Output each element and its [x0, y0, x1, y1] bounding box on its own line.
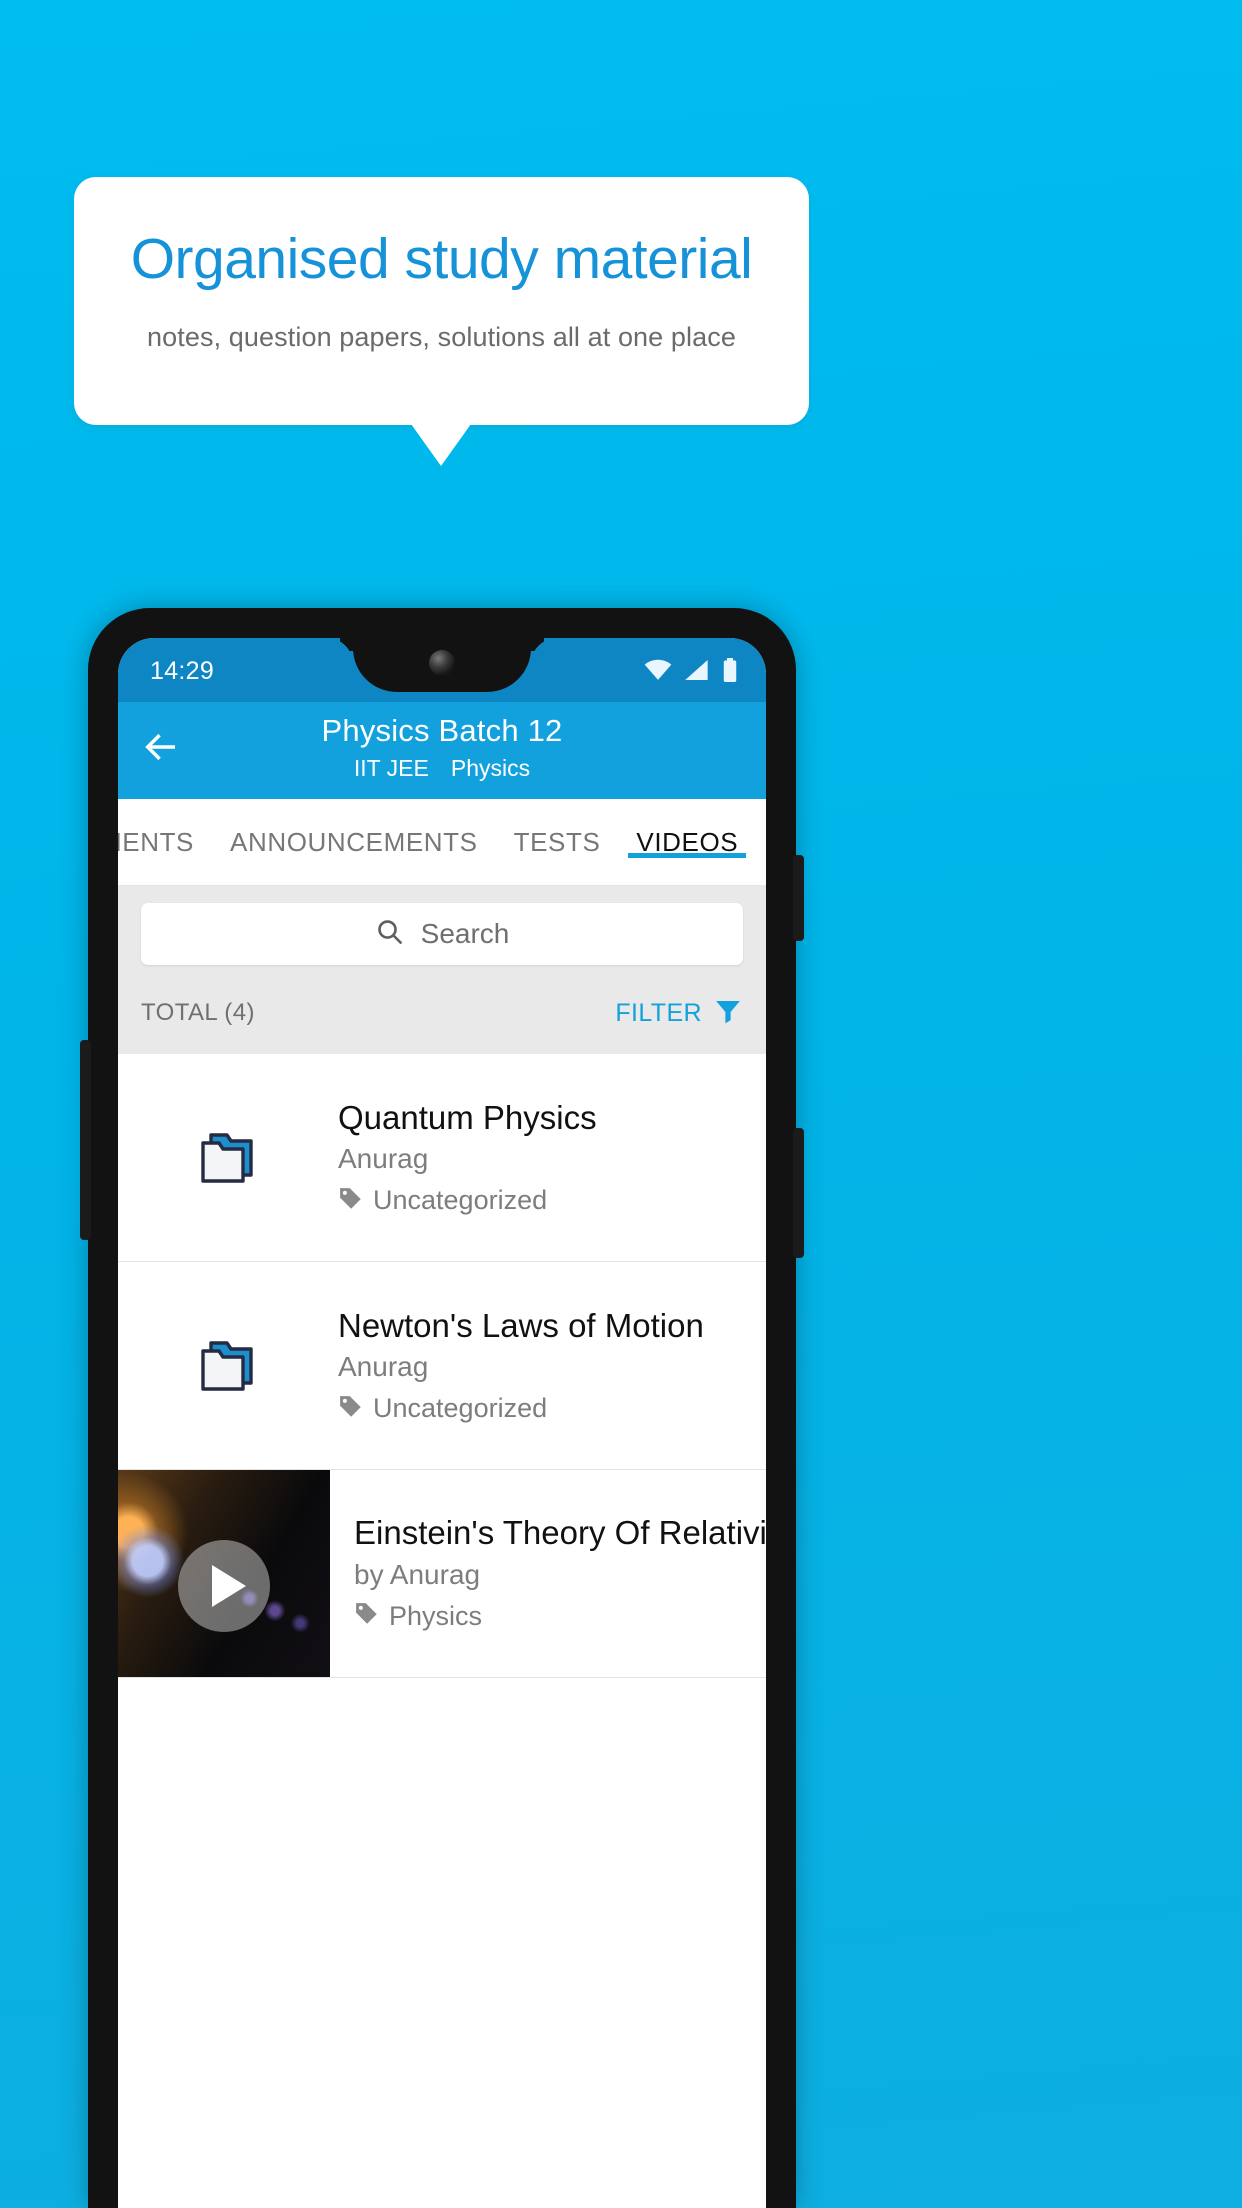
- filter-icon: [713, 996, 743, 1031]
- wifi-icon: [644, 659, 672, 686]
- list-item-author: by Anurag: [354, 1558, 481, 1590]
- search-icon: [375, 917, 405, 952]
- list-item-title: Quantum Physics: [338, 1098, 597, 1136]
- list-item-tag: Physics: [354, 1601, 766, 1632]
- phone-mockup: 14:29 Physics Batch 12 IIT JEE Physics E…: [80, 608, 804, 2208]
- side-button-left[interactable]: [80, 1040, 91, 1240]
- battery-icon: [722, 658, 738, 687]
- list-item-title: Einstein's Theory Of Relativity: [354, 1514, 766, 1551]
- tab-announcements[interactable]: ANNOUNCEMENTS: [212, 827, 496, 858]
- tab-label: TESTS: [513, 826, 601, 857]
- tab-tests[interactable]: TESTS: [496, 827, 619, 858]
- search-section: Search: [118, 886, 766, 982]
- promo-speech-bubble: Organised study material notes, question…: [74, 177, 809, 425]
- page-subtitle: IIT JEE Physics: [118, 755, 766, 782]
- tag-label: Uncategorized: [373, 1393, 548, 1424]
- list-item-text: Quantum Physics Anurag Uncategorized: [338, 1099, 766, 1217]
- filter-button[interactable]: FILTER: [615, 996, 743, 1031]
- volume-button[interactable]: [793, 1128, 804, 1258]
- phone-body: 14:29 Physics Batch 12 IIT JEE Physics E…: [80, 608, 804, 2208]
- breadcrumb-exam: IIT JEE: [353, 755, 429, 781]
- list-item[interactable]: Newton's Laws of Motion Anurag Uncategor…: [118, 1262, 766, 1470]
- tag-icon: [338, 1394, 363, 1424]
- speech-bubble-tail-icon: [411, 424, 471, 466]
- list-item[interactable]: Quantum Physics Anurag Uncategorized: [118, 1054, 766, 1262]
- search-placeholder: Search: [420, 918, 510, 949]
- tab-videos[interactable]: VIDEOS: [618, 827, 756, 858]
- phone-notch: [353, 638, 531, 692]
- phone-screen: 14:29 Physics Batch 12 IIT JEE Physics E…: [118, 638, 766, 2208]
- search-input[interactable]: Search: [141, 903, 743, 965]
- play-icon[interactable]: [178, 1539, 270, 1632]
- list-item-tag: Uncategorized: [338, 1393, 750, 1424]
- tab-label: ANNOUNCEMENTS: [230, 826, 478, 857]
- page-title: Physics Batch 12: [321, 713, 563, 748]
- tag-label: Uncategorized: [373, 1185, 548, 1216]
- power-button[interactable]: [793, 855, 804, 941]
- promo-subtitle: notes, question papers, solutions all at…: [147, 322, 736, 352]
- list-item-title: Newton's Laws of Motion: [338, 1306, 704, 1344]
- breadcrumb-subject: Physics: [450, 755, 531, 781]
- list-item-author: Anurag: [338, 1351, 429, 1383]
- tag-icon: [354, 1601, 379, 1631]
- tab-label: VIDEOS: [636, 826, 739, 857]
- tab-label: MENTS: [118, 826, 194, 857]
- folder-icon: [118, 1129, 338, 1187]
- status-icons: [644, 658, 738, 687]
- status-time: 14:29: [150, 657, 215, 685]
- folder-icon: [118, 1337, 338, 1395]
- tab-ments[interactable]: MENTS: [118, 827, 212, 858]
- status-bar: 14:29: [118, 638, 766, 702]
- app-bar: Physics Batch 12 IIT JEE Physics: [118, 702, 766, 799]
- list-header: TOTAL (4) FILTER: [118, 982, 766, 1054]
- list-item-text: Newton's Laws of Motion Anurag Uncategor…: [338, 1307, 766, 1425]
- tag-label: Physics: [389, 1600, 483, 1631]
- signal-icon: [684, 659, 710, 686]
- total-count-label: TOTAL (4): [141, 999, 255, 1026]
- promo-title: Organised study material: [130, 227, 753, 291]
- list-item-text: Einstein's Theory Of Relativity by Anura…: [330, 1470, 766, 1677]
- list-item-tag: Uncategorized: [338, 1185, 750, 1216]
- filter-label: FILTER: [615, 998, 702, 1027]
- video-thumbnail[interactable]: [118, 1470, 330, 1677]
- list-item[interactable]: Einstein's Theory Of Relativity by Anura…: [118, 1470, 766, 1678]
- front-camera-icon: [429, 650, 455, 676]
- tag-icon: [338, 1186, 363, 1216]
- list-item-author: Anurag: [338, 1143, 429, 1175]
- tab-bar: MENTS ANNOUNCEMENTS TESTS VIDEOS: [118, 799, 766, 886]
